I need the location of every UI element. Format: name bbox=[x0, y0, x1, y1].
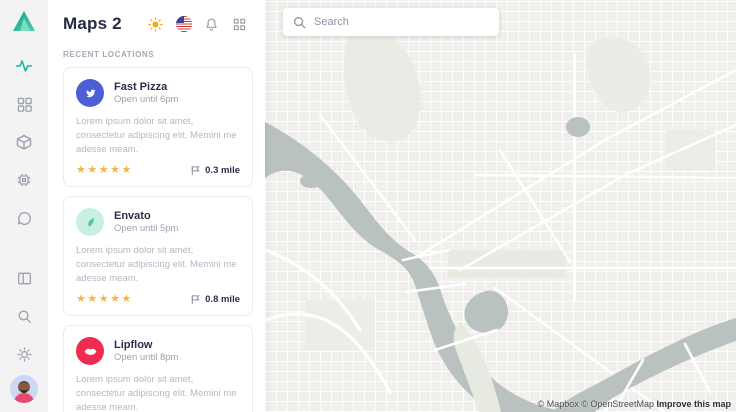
rating-stars: ★★★★★ bbox=[76, 293, 133, 305]
sidebar-item-chat[interactable] bbox=[5, 199, 43, 237]
map-canvas[interactable]: © Mapbox © OpenStreetMap Improve this ma… bbox=[265, 0, 736, 412]
sidebar-item-packages[interactable] bbox=[5, 123, 43, 161]
chat-bubble-icon bbox=[16, 210, 33, 227]
apps-grid-icon bbox=[233, 18, 246, 31]
icon-sidebar bbox=[0, 0, 48, 412]
map-search-bar bbox=[283, 8, 499, 36]
location-card-envato[interactable]: Envato Open until 5pm Lorem ipsum dolor … bbox=[63, 196, 253, 316]
location-description: Lorem ipsum dolor sit amet, consectetur … bbox=[76, 115, 244, 157]
fast-pizza-bird-icon bbox=[76, 79, 104, 107]
location-name: Fast Pizza bbox=[114, 81, 178, 94]
map-features bbox=[265, 0, 736, 412]
sidebar-item-search[interactable] bbox=[5, 297, 43, 335]
location-description: Lorem ipsum dolor sit amet, consectetur … bbox=[76, 244, 244, 286]
distance-value: 0.3 mile bbox=[205, 165, 240, 176]
grid-icon bbox=[16, 96, 33, 113]
sidebar-item-dashboard[interactable] bbox=[5, 85, 43, 123]
location-description: Lorem ipsum dolor sit amet, consectetur … bbox=[76, 373, 244, 412]
activity-icon bbox=[15, 57, 33, 75]
gear-icon bbox=[16, 346, 33, 363]
location-hours: Open until 5pm bbox=[114, 223, 178, 235]
flag-icon bbox=[190, 294, 201, 305]
sidebar-item-activity[interactable] bbox=[5, 47, 43, 85]
search-icon bbox=[293, 16, 306, 29]
location-hours: Open until 6pm bbox=[114, 94, 178, 106]
flag-icon bbox=[190, 165, 201, 176]
page-title: Maps 2 bbox=[63, 14, 122, 34]
cube-icon bbox=[15, 133, 33, 151]
panel-header: Maps 2 bbox=[63, 14, 265, 34]
sun-icon bbox=[148, 17, 163, 32]
chip-icon bbox=[15, 171, 33, 189]
us-flag-icon bbox=[176, 16, 192, 32]
bell-icon bbox=[204, 17, 219, 32]
distance-value: 0.8 mile bbox=[205, 294, 240, 305]
lipflow-lips-icon bbox=[76, 337, 104, 365]
recent-locations-list: Fast Pizza Open until 6pm Lorem ipsum do… bbox=[63, 67, 265, 412]
location-hours: Open until 8pm bbox=[114, 352, 178, 364]
improve-map-link[interactable]: Improve this map bbox=[656, 399, 731, 409]
rating-stars: ★★★★★ bbox=[76, 164, 133, 176]
location-name: Lipflow bbox=[114, 339, 178, 352]
maps-app-window: Maps 2 bbox=[0, 0, 736, 412]
language-selector-button[interactable] bbox=[175, 16, 192, 33]
locations-panel: Maps 2 bbox=[48, 0, 265, 412]
sidebar-item-cpu[interactable] bbox=[5, 161, 43, 199]
notifications-button[interactable] bbox=[203, 16, 220, 33]
user-avatar[interactable] bbox=[10, 375, 38, 403]
avatar-image bbox=[10, 375, 38, 403]
mapbox-attribution: © Mapbox bbox=[538, 399, 579, 409]
recent-locations-label: RECENT LOCATIONS bbox=[63, 50, 265, 59]
theme-toggle-button[interactable] bbox=[147, 16, 164, 33]
location-card-lipflow[interactable]: Lipflow Open until 8pm Lorem ipsum dolor… bbox=[63, 325, 253, 412]
app-logo-icon[interactable] bbox=[11, 9, 37, 33]
layout-panel-icon bbox=[16, 270, 33, 287]
search-icon bbox=[16, 308, 33, 325]
map-attribution: © Mapbox © OpenStreetMap Improve this ma… bbox=[538, 399, 731, 409]
apps-menu-button[interactable] bbox=[231, 16, 248, 33]
location-card-fast-pizza[interactable]: Fast Pizza Open until 6pm Lorem ipsum do… bbox=[63, 67, 253, 187]
sidebar-item-settings[interactable] bbox=[5, 335, 43, 373]
envato-leaf-icon bbox=[76, 208, 104, 236]
osm-attribution: © OpenStreetMap bbox=[581, 399, 654, 409]
location-name: Envato bbox=[114, 210, 178, 223]
search-input[interactable] bbox=[314, 16, 489, 28]
sidebar-item-layout[interactable] bbox=[5, 259, 43, 297]
